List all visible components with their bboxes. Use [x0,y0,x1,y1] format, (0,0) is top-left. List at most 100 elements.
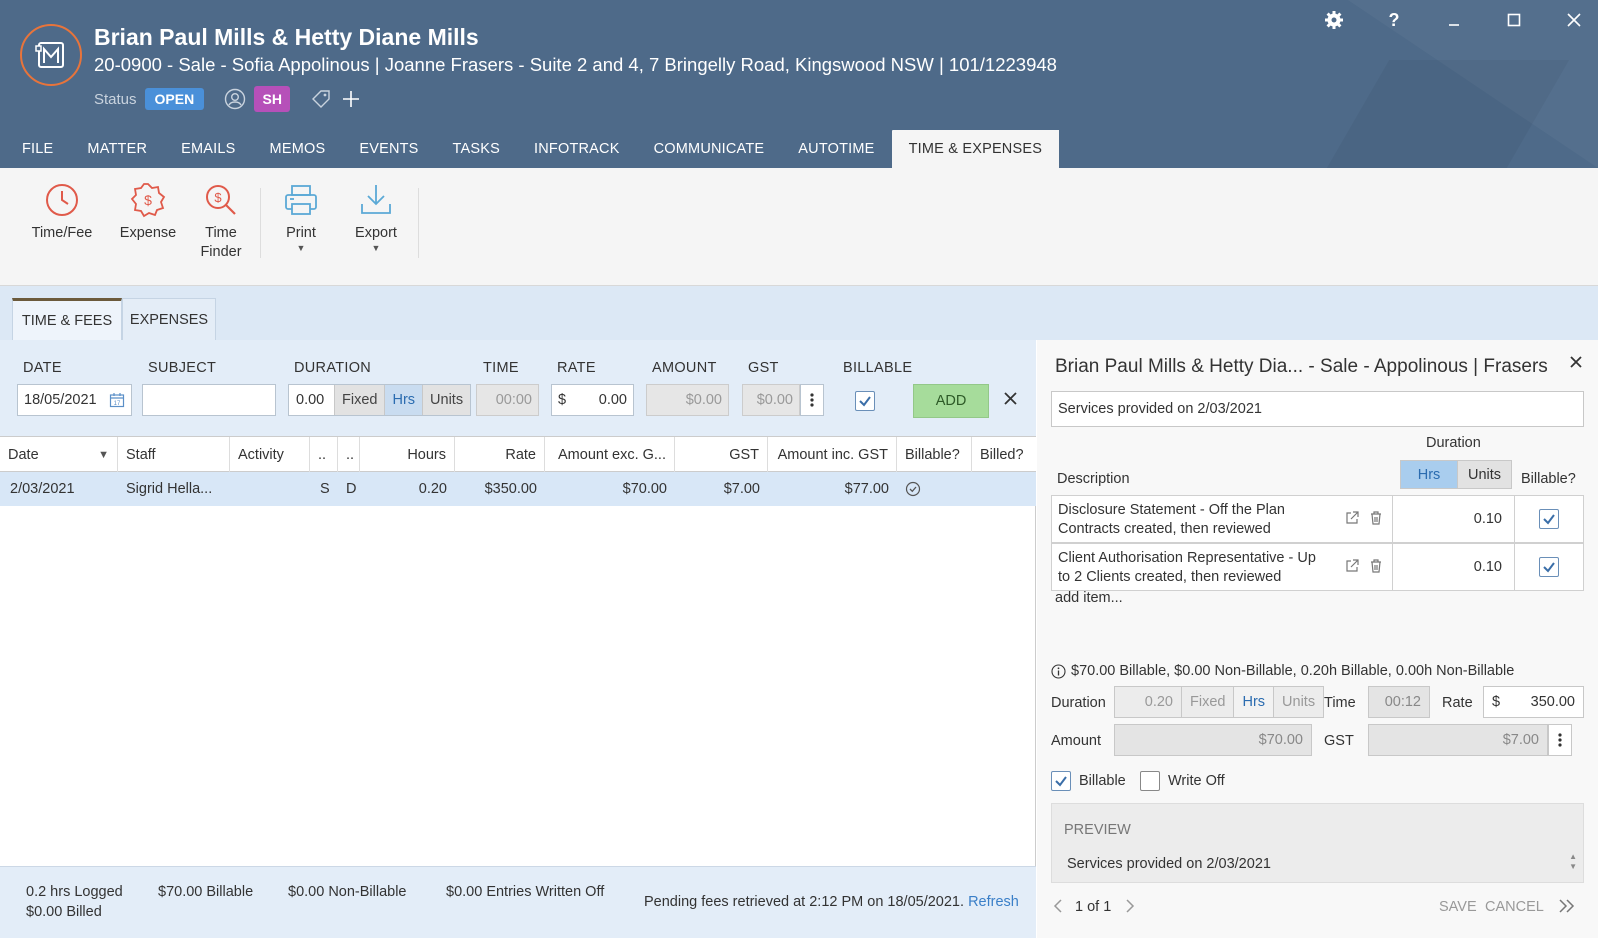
print-button[interactable]: Print ▼ [277,182,325,253]
duration-input[interactable]: 0.00 [289,385,334,415]
add-entry-button[interactable]: ADD [913,384,989,418]
duration-units-toggle[interactable]: Units [422,385,471,415]
close-window-icon[interactable] [1550,6,1598,34]
list-item[interactable]: Disclosure Statement - Off the Plan Contr… [1051,495,1584,543]
next-page-icon[interactable] [1125,898,1135,918]
tab-time-fees[interactable]: TIME & FEES [12,298,122,340]
expand-panel-icon[interactable] [1558,898,1576,918]
scroll-up-icon[interactable]: ▲ [1569,852,1577,862]
column-rate[interactable]: Rate [455,437,545,473]
help-icon[interactable]: ? [1370,6,1418,34]
column-amount-exc[interactable]: Amount exc. G... [545,437,675,473]
billable-header: Billable? [1521,471,1576,487]
date-input[interactable]: 18/05/2021 17 [17,384,132,416]
gst-input[interactable]: $0.00 [742,384,800,416]
gst-menu-button[interactable] [800,384,824,416]
tab-time-expenses[interactable]: TIME & EXPENSES [891,130,1060,168]
add-item-link[interactable]: add item... [1055,590,1123,606]
cancel-button[interactable]: CANCEL [1485,899,1544,915]
minimize-icon[interactable] [1430,6,1478,34]
line-item-duration[interactable]: 0.10 [1392,496,1514,542]
close-detail-icon[interactable] [1570,352,1582,373]
prev-page-icon[interactable] [1053,898,1063,918]
subject-input[interactable] [142,384,276,416]
open-external-icon[interactable] [1344,510,1360,526]
detail-amount-input[interactable]: $70.00 [1114,724,1312,756]
billable-checkbox[interactable] [855,391,875,411]
detail-rate-input[interactable]: $ 350.00 [1483,686,1584,718]
line-item-duration[interactable]: 0.10 [1392,544,1514,590]
tab-emails[interactable]: EMAILS [164,130,252,168]
detail-billable-checkbox[interactable] [1051,771,1071,791]
calendar-icon[interactable]: 17 [109,392,125,408]
column-hours[interactable]: Hours [360,437,455,473]
tab-file[interactable]: FILE [0,130,70,168]
cell-billed [972,472,1036,506]
maximize-icon[interactable] [1490,6,1538,34]
avatar[interactable]: SH [254,86,291,112]
duration-hrs-toggle[interactable]: Hrs [384,385,423,415]
duration-fixed-toggle[interactable]: Fixed [334,385,385,415]
tab-events[interactable]: EVENTS [342,130,435,168]
column-c2[interactable]: .. [338,437,360,473]
description-input[interactable]: Services provided on 2/03/2021 [1051,391,1584,427]
write-off-checkbox[interactable] [1140,771,1160,791]
tab-autotime[interactable]: AUTOTIME [781,130,891,168]
settings-gear-icon[interactable] [1310,6,1358,34]
page-indicator: 1 of 1 [1075,899,1112,915]
tab-matter[interactable]: MATTER [70,130,164,168]
delete-trash-icon[interactable] [1368,510,1384,526]
open-external-icon[interactable] [1344,558,1360,574]
detail-write-off-option[interactable]: Write Off [1140,771,1225,791]
expense-button[interactable]: $ Expense [118,182,178,243]
tab-tasks[interactable]: TASKS [436,130,517,168]
detail-gst-menu-button[interactable] [1548,724,1572,756]
detail-billable-option[interactable]: Billable [1051,771,1126,791]
column-staff[interactable]: Staff [118,437,230,473]
column-gst[interactable]: GST [675,437,768,473]
detail-gst-input[interactable]: $7.00 [1368,724,1548,756]
app-logo-icon[interactable] [20,24,82,86]
tab-infotrack[interactable]: INFOTRACK [517,130,637,168]
time-fee-button[interactable]: Time/Fee [30,182,94,243]
refresh-link[interactable]: Refresh [968,894,1019,910]
tab-memos[interactable]: MEMOS [253,130,343,168]
detail-duration-hrs-toggle[interactable]: Hrs [1233,687,1274,717]
preview-scrollbar[interactable]: ▲ ▼ [1569,852,1577,872]
add-icon[interactable] [340,88,362,110]
list-item[interactable]: Client Authorisation Representative - Up… [1051,543,1584,591]
detail-fixed-toggle[interactable]: Fixed [1181,687,1234,717]
time-input[interactable]: 00:00 [476,384,539,416]
scroll-down-icon[interactable]: ▼ [1569,862,1577,872]
column-billable[interactable]: Billable? [897,437,972,473]
detail-time-input[interactable]: 00:12 [1368,686,1430,718]
amount-input[interactable]: $0.00 [646,384,729,416]
new-entry-bar: DATE SUBJECT DURATION TIME RATE AMOUNT G… [0,340,1036,436]
tab-expenses[interactable]: EXPENSES [122,298,216,340]
detail-duration-input[interactable]: 0.20 [1115,687,1181,717]
totals-footer: 0.2 hrs Logged $0.00 Billed $70.00 Billa… [0,866,1036,938]
user-icon[interactable] [224,88,246,110]
detail-units-toggle[interactable]: Units [1457,461,1511,488]
line-item-actions [1344,510,1384,526]
clear-entry-button[interactable] [1004,390,1017,410]
time-finder-button[interactable]: $ Time Finder [195,182,247,262]
column-activity[interactable]: Activity [230,437,310,473]
detail-hrs-toggle[interactable]: Hrs [1401,461,1457,488]
export-button[interactable]: Export ▼ [350,182,402,253]
column-c1[interactable]: .. [310,437,338,473]
rate-input[interactable]: $ 0.00 [551,384,634,416]
column-billed[interactable]: Billed? [972,437,1036,473]
line-item-billable-checkbox[interactable] [1539,557,1559,577]
line-item-billable-checkbox[interactable] [1539,509,1559,529]
delete-trash-icon[interactable] [1368,558,1384,574]
column-date[interactable]: Date ▼ [0,437,118,473]
table-row[interactable]: 2/03/2021 Sigrid Hella... S D 0.20 $350.… [0,472,1036,506]
tab-communicate[interactable]: COMMUNICATE [637,130,782,168]
tag-icon[interactable] [310,88,332,110]
save-button[interactable]: SAVE [1439,899,1477,915]
clock-icon [46,184,78,216]
status-badge[interactable]: OPEN [144,88,205,110]
column-amount-inc[interactable]: Amount inc. GST [768,437,897,473]
detail-duration-units-toggle[interactable]: Units [1273,687,1324,717]
